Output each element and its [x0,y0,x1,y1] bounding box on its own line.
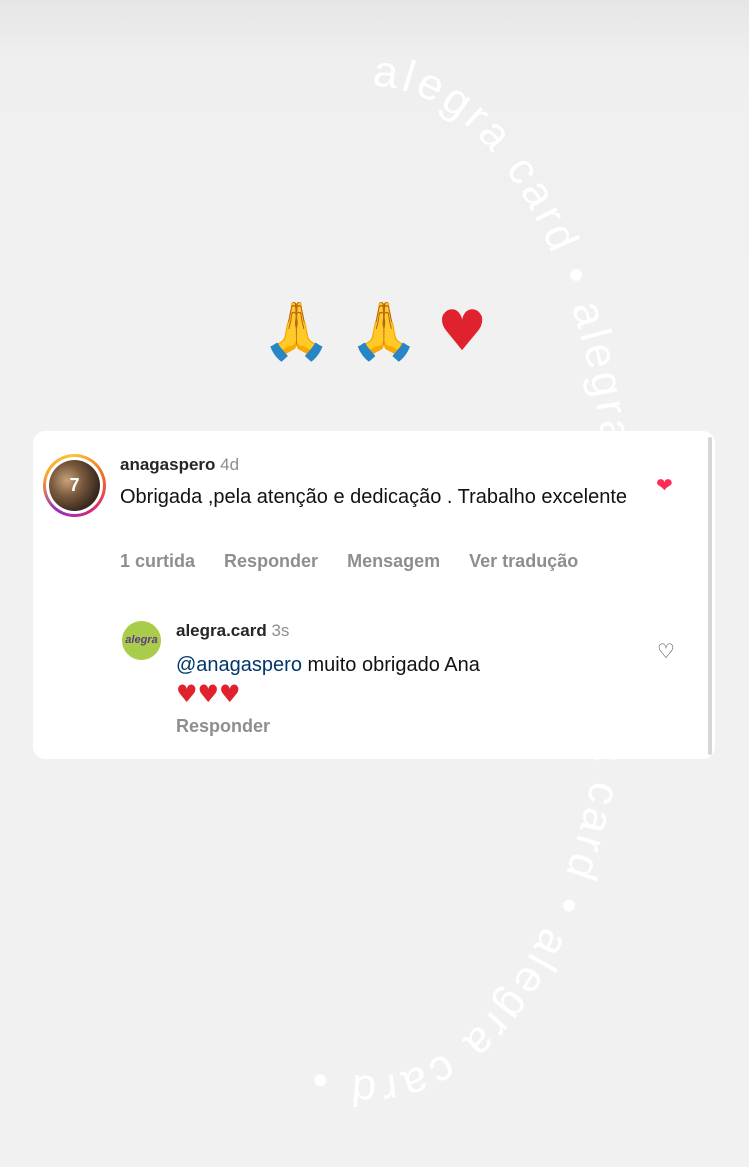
praying-hands-icon: 🙏 [261,299,332,364]
reply-text: @anagaspero muito obrigado Ana ♥♥♥ [176,651,616,711]
sticker-emojis: 🙏 🙏 ♥ [0,300,749,364]
comment-time: 4d [220,455,240,474]
reply-message: muito obrigado Ana [301,654,480,676]
reply-button[interactable]: Responder [224,551,318,571]
avatar[interactable]: 7 [49,460,100,511]
avatar-frame: 7 [46,457,103,514]
comment-username-text[interactable]: anagaspero [120,455,215,474]
mention-link[interactable]: @anagaspero [176,654,302,676]
red-hearts-icon: ♥♥♥ [176,680,241,708]
heart-outline-icon[interactable]: ♡ [657,639,675,664]
scrollbar[interactable] [708,437,712,755]
reply-avatar-logo[interactable]: alegra [122,621,161,660]
comment-card: 7 anagaspero 4d Obrigada ,pela atenção e… [33,431,715,759]
comment-text: Obrigada ,pela atenção e dedicação . Tra… [120,486,628,508]
comment-actions: 1 curtida Responder Mensagem Ver traduçã… [120,551,602,572]
heart-filled-icon[interactable]: ❤ [656,473,673,498]
reply-responder-button[interactable]: Responder [176,716,270,737]
praying-hands-icon: 🙏 [349,299,420,364]
likes-count[interactable]: 1 curtida [120,551,195,571]
reply-username-text[interactable]: alegra.card [176,621,267,640]
reply-username[interactable]: alegra.card 3s [176,621,289,641]
avatar-story-ring[interactable]: 7 [43,454,106,517]
message-button[interactable]: Mensagem [347,551,440,571]
comment-username[interactable]: anagaspero 4d [120,455,239,475]
reply-time: 3s [271,621,290,640]
translate-button[interactable]: Ver tradução [469,551,578,571]
red-heart-icon: ♥ [436,299,488,364]
